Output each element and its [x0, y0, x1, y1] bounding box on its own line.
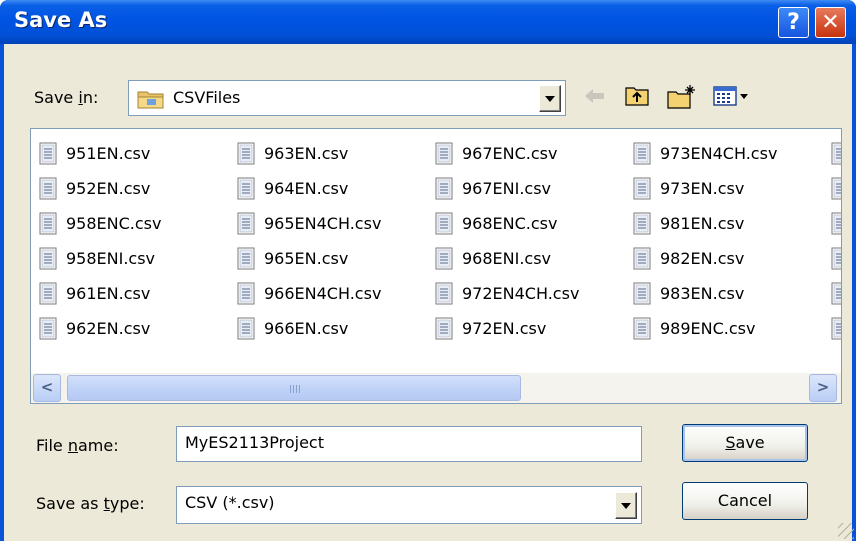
csv-file-icon: [237, 212, 255, 235]
csv-file-icon: [633, 142, 651, 165]
view-menu-icon[interactable]: [712, 84, 752, 108]
csv-file-icon[interactable]: [831, 247, 842, 270]
file-name: 983EN.csv: [660, 284, 745, 303]
csv-file-icon: [633, 247, 651, 270]
save-as-type-label: Save as type:: [36, 494, 145, 513]
file-name: 982EN.csv: [660, 249, 745, 268]
save-as-type-select[interactable]: CSV (*.csv): [176, 486, 642, 524]
help-button[interactable]: ?: [778, 7, 809, 38]
csv-file-icon: [435, 212, 453, 235]
file-name: 973EN.csv: [660, 179, 745, 198]
file-name: 968ENI.csv: [462, 249, 552, 268]
file-name: 967ENC.csv: [462, 144, 558, 163]
csv-file-icon: [435, 247, 453, 270]
file-name: 968ENC.csv: [462, 214, 558, 233]
file-name: 981EN.csv: [660, 214, 745, 233]
file-name-value: MyES2113Project: [185, 433, 324, 452]
csv-file-icon: [435, 142, 453, 165]
window-title: Save As: [14, 8, 108, 32]
csv-file-icon[interactable]: [831, 317, 842, 340]
up-folder-icon[interactable]: [624, 84, 652, 108]
csv-file-icon[interactable]: [831, 282, 842, 305]
file-name: 965EN.csv: [264, 249, 349, 268]
csv-file-icon: [633, 317, 651, 340]
csv-file-icon[interactable]: [831, 212, 842, 235]
file-name: 989ENC.csv: [660, 319, 756, 338]
title-bar[interactable]: Save As ? ✕: [0, 0, 856, 44]
save-button[interactable]: Save: [682, 424, 808, 462]
save-as-type-value: CSV (*.csv): [185, 493, 275, 512]
file-name: 958ENC.csv: [66, 214, 162, 233]
file-name: 972EN4CH.csv: [462, 284, 580, 303]
file-name-input[interactable]: MyES2113Project: [176, 426, 642, 462]
cancel-button[interactable]: Cancel: [682, 482, 808, 520]
csv-file-icon: [237, 317, 255, 340]
resize-grip[interactable]: [838, 523, 854, 539]
csv-file-icon: [633, 282, 651, 305]
save-as-type-dropdown-button[interactable]: [615, 492, 637, 519]
csv-file-icon: [633, 177, 651, 200]
save-in-dropdown[interactable]: CSVFiles: [128, 80, 566, 116]
csv-file-icon: [435, 317, 453, 340]
scroll-left-button[interactable]: <: [33, 374, 61, 402]
csv-file-icon: [39, 212, 57, 235]
save-in-value: CSVFiles: [173, 88, 241, 107]
file-name: 973EN4CH.csv: [660, 144, 778, 163]
csv-file-icon: [435, 177, 453, 200]
file-name: 965EN4CH.csv: [264, 214, 382, 233]
file-name: 967ENI.csv: [462, 179, 552, 198]
file-name: 963EN.csv: [264, 144, 349, 163]
file-name: 964EN.csv: [264, 179, 349, 198]
csv-file-icon: [39, 282, 57, 305]
csv-file-icon: [39, 317, 57, 340]
csv-file-icon: [633, 212, 651, 235]
save-in-label: Save in:: [34, 88, 99, 107]
new-folder-icon[interactable]: [666, 84, 698, 110]
file-name: 962EN.csv: [66, 319, 151, 338]
grip-icon: [290, 385, 300, 393]
back-arrow-icon[interactable]: [582, 84, 608, 108]
file-name: 958ENI.csv: [66, 249, 156, 268]
csv-file-icon[interactable]: [831, 142, 842, 165]
close-button[interactable]: ✕: [815, 7, 846, 38]
horizontal-scrollbar[interactable]: < >: [31, 373, 841, 403]
scrollbar-thumb[interactable]: [67, 375, 521, 401]
file-name-label: File name:: [36, 436, 119, 455]
csv-file-icon: [39, 142, 57, 165]
csv-file-icon: [435, 282, 453, 305]
file-list[interactable]: < > 951EN.csv 952EN.csv 958ENC.csv 958ENI.c…: [30, 128, 842, 404]
file-name: 966EN4CH.csv: [264, 284, 382, 303]
folder-icon: [137, 91, 164, 109]
file-name: 951EN.csv: [66, 144, 151, 163]
csv-file-icon: [237, 177, 255, 200]
csv-file-icon: [237, 247, 255, 270]
csv-file-icon: [39, 247, 57, 270]
file-name: 972EN.csv: [462, 319, 547, 338]
file-name: 966EN.csv: [264, 319, 349, 338]
csv-file-icon: [237, 142, 255, 165]
csv-file-icon[interactable]: [831, 177, 842, 200]
scroll-right-button[interactable]: >: [809, 374, 837, 402]
file-name: 952EN.csv: [66, 179, 151, 198]
csv-file-icon: [237, 282, 255, 305]
file-name: 961EN.csv: [66, 284, 151, 303]
csv-file-icon: [39, 177, 57, 200]
save-in-dropdown-button[interactable]: [539, 85, 561, 112]
